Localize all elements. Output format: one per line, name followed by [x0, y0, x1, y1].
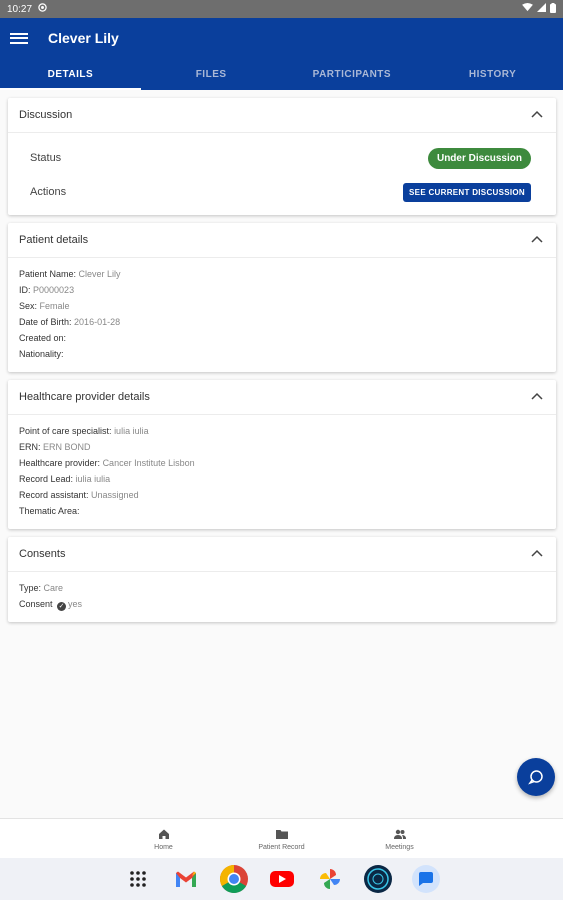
tab-participants[interactable]: PARTICIPANTS — [282, 58, 423, 90]
healthcare-provider-field: Healthcare provider: Cancer Institute Li… — [19, 458, 195, 468]
status-label: Status — [30, 152, 62, 164]
tab-files[interactable]: FILES — [141, 58, 282, 90]
healthcare-provider-title: Healthcare provider details — [19, 391, 150, 403]
nav-patient-record-label: Patient Record — [258, 843, 305, 851]
battery-icon — [550, 2, 556, 16]
actions-label: Actions — [30, 186, 67, 198]
status-bar: 10:27 — [0, 0, 563, 18]
patient-sex-field: Sex: Female — [19, 301, 70, 311]
patient-nationality-field: Nationality: — [19, 349, 64, 359]
nav-patient-record[interactable]: Patient Record — [223, 819, 341, 858]
nav-meetings[interactable]: Meetings — [341, 819, 459, 858]
discussion-title: Discussion — [19, 109, 73, 121]
nav-home-label: Home — [154, 843, 173, 851]
chevron-up-icon[interactable] — [529, 232, 545, 248]
photos-icon[interactable] — [315, 864, 345, 894]
nav-meetings-label: Meetings — [385, 843, 414, 851]
consents-card: Consents Type: Care Consent ✓ yes — [8, 537, 556, 622]
wifi-icon — [522, 3, 533, 15]
chat-fab-button[interactable] — [517, 758, 555, 796]
gmail-icon[interactable] — [171, 864, 201, 894]
patient-details-header[interactable]: Patient details — [8, 223, 556, 258]
status-badge: Under Discussion — [427, 147, 531, 169]
chevron-up-icon[interactable] — [529, 389, 545, 405]
tab-history[interactable]: HISTORY — [422, 58, 563, 90]
healthcare-provider-header[interactable]: Healthcare provider details — [8, 380, 556, 415]
signal-icon — [537, 3, 546, 15]
see-current-discussion-button[interactable]: SEE CURRENT DISCUSSION — [403, 182, 531, 202]
home-icon — [158, 829, 169, 839]
app-bar: Clever Lily — [0, 18, 563, 58]
consents-title: Consents — [19, 548, 66, 560]
ern-field: ERN: ERN BOND — [19, 442, 91, 452]
chevron-up-icon[interactable] — [529, 546, 545, 562]
healthcare-provider-card: Healthcare provider details Point of car… — [8, 380, 556, 529]
patient-details-card: Patient details Patient Name: Clever Lil… — [8, 223, 556, 372]
patient-id-field: ID: P0000023 — [19, 285, 75, 295]
patient-name-field: Patient Name: Clever Lily — [19, 269, 121, 279]
discussion-card: Discussion Status Under Discussion Actio… — [8, 98, 556, 215]
status-time: 10:27 — [7, 3, 33, 15]
patient-created-field: Created on: — [19, 333, 67, 343]
check-circle-icon: ✓ — [57, 602, 67, 611]
chat-icon — [528, 770, 543, 785]
bottom-nav: Home Patient Record Meetings — [0, 818, 563, 858]
chevron-up-icon[interactable] — [529, 107, 545, 123]
chrome-icon[interactable] — [219, 864, 249, 894]
page-title: Clever Lily — [48, 30, 119, 46]
folder-icon — [275, 829, 288, 839]
discussion-header[interactable]: Discussion — [8, 98, 556, 133]
apps-grid-icon[interactable] — [123, 864, 153, 894]
actions-row: Actions SEE CURRENT DISCUSSION — [8, 175, 556, 209]
consents-header[interactable]: Consents — [8, 537, 556, 572]
messages-icon[interactable] — [411, 864, 441, 894]
notification-icon — [38, 3, 47, 15]
consent-field: Consent ✓ yes — [19, 599, 83, 611]
nav-home[interactable]: Home — [105, 819, 223, 858]
point-of-care-field: Point of care specialist: iulia iulia — [19, 426, 149, 436]
details-content: Discussion Status Under Discussion Actio… — [8, 98, 556, 630]
thematic-area-field: Thematic Area: — [19, 506, 80, 516]
patient-details-title: Patient details — [19, 234, 89, 246]
tab-details[interactable]: DETAILS — [0, 58, 141, 90]
status-row: Status Under Discussion — [8, 141, 556, 175]
app-icon[interactable] — [363, 864, 393, 894]
tab-bar: DETAILS FILES PARTICIPANTS HISTORY — [0, 58, 563, 90]
youtube-icon[interactable] — [267, 864, 297, 894]
record-lead-field: Record Lead: iulia iulia — [19, 474, 111, 484]
menu-icon[interactable] — [10, 30, 28, 46]
people-icon — [393, 829, 406, 839]
system-dock — [0, 858, 563, 900]
patient-dob-field: Date of Birth: 2016-01-28 — [19, 317, 121, 327]
consent-type-field: Type: Care — [19, 583, 64, 593]
record-assistant-field: Record assistant: Unassigned — [19, 490, 139, 500]
